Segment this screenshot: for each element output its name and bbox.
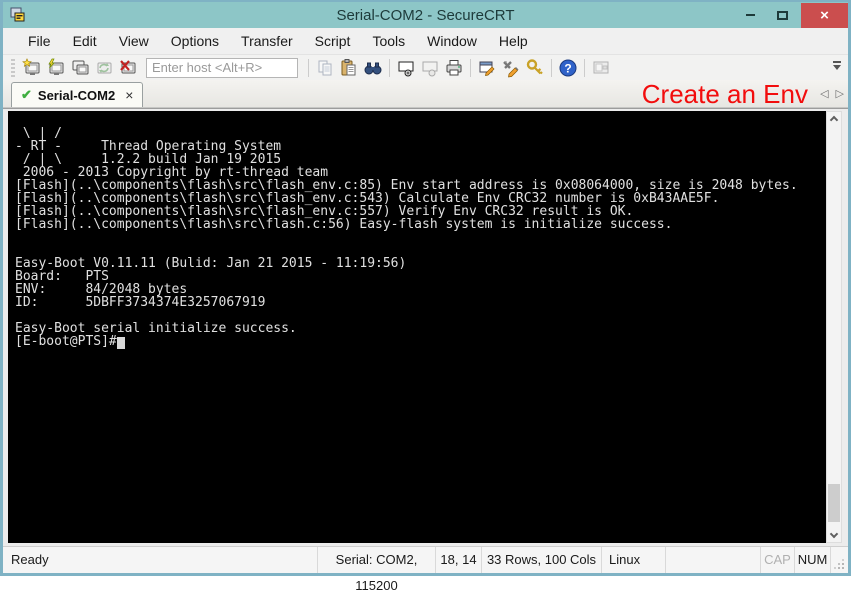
- agent-keys-icon[interactable]: [523, 56, 547, 80]
- menu-tools[interactable]: Tools: [361, 28, 416, 54]
- terminal-area: \ | / - RT - Thread Operating System / |…: [3, 108, 848, 546]
- tab-close-icon[interactable]: ×: [125, 87, 133, 103]
- titlebar: Serial-COM2 - SecureCRT ×: [3, 2, 848, 28]
- quick-connect-icon[interactable]: [44, 56, 68, 80]
- copy-icon[interactable]: [313, 56, 337, 80]
- status-num-lock: NUM: [794, 547, 830, 573]
- status-ready: Ready: [3, 547, 317, 573]
- terminal-screen[interactable]: \ | / - RT - Thread Operating System / |…: [8, 111, 826, 543]
- status-serial: Serial: COM2, 115200: [317, 547, 435, 573]
- tab-serial-com2[interactable]: ✔ Serial-COM2 ×: [11, 82, 143, 107]
- terminal-prompt: [E-boot@PTS]#: [15, 334, 117, 349]
- scrollbar-thumb[interactable]: [828, 484, 840, 522]
- vertical-scrollbar[interactable]: [826, 111, 842, 543]
- help-icon[interactable]: ?: [556, 56, 580, 80]
- raw-log-session-icon[interactable]: [418, 56, 442, 80]
- tab-scroll-right-icon[interactable]: ▷: [836, 87, 844, 100]
- menu-bar: File Edit View Options Transfer Script T…: [3, 28, 848, 54]
- reconnect-icon[interactable]: [92, 56, 116, 80]
- toolbar: ?: [3, 54, 848, 80]
- log-session-icon[interactable]: [394, 56, 418, 80]
- toolbar-separator: [584, 59, 585, 77]
- toolbar-grip[interactable]: [11, 59, 15, 77]
- close-button[interactable]: ×: [801, 3, 848, 28]
- print-icon[interactable]: [442, 56, 466, 80]
- maximize-button[interactable]: [769, 2, 795, 28]
- host-input[interactable]: [146, 58, 298, 78]
- connect-dialog-icon[interactable]: [20, 56, 44, 80]
- terminal-line: Easy-Boot serial initialize success.: [15, 322, 826, 335]
- terminal-prompt-line: [E-boot@PTS]#: [15, 335, 826, 348]
- toolbar-separator: [389, 59, 390, 77]
- terminal-line: ID: 5DBFF3734374E3257067919: [15, 296, 826, 309]
- minimize-button[interactable]: [737, 2, 763, 28]
- status-caps-lock: CAP: [760, 547, 794, 573]
- menu-view[interactable]: View: [108, 28, 160, 54]
- toolbar-separator: [551, 59, 552, 77]
- securecrt-window: Serial-COM2 - SecureCRT × File Edit View…: [0, 0, 851, 576]
- svg-text:?: ?: [564, 61, 571, 75]
- menu-transfer[interactable]: Transfer: [230, 28, 304, 54]
- resize-grip[interactable]: [830, 547, 848, 573]
- menu-script[interactable]: Script: [304, 28, 362, 54]
- status-screen-size: 33 Rows, 100 Cols: [481, 547, 601, 573]
- annotation-create-an-env: Create an Env: [642, 80, 808, 108]
- menu-window[interactable]: Window: [416, 28, 488, 54]
- toolbar-separator: [470, 59, 471, 77]
- paste-icon[interactable]: [337, 56, 361, 80]
- terminal-line: [Flash](..\components\flash\src\flash.c:…: [15, 218, 826, 231]
- terminal-cursor: [117, 337, 125, 349]
- terminal-line: [15, 114, 826, 127]
- disconnect-icon[interactable]: [116, 56, 140, 80]
- status-emulation: Linux: [601, 547, 665, 573]
- tab-scroll-left-icon[interactable]: ◁: [820, 87, 828, 100]
- global-options-icon[interactable]: [499, 56, 523, 80]
- status-cursor-position: 18, 14: [435, 547, 481, 573]
- menu-edit[interactable]: Edit: [62, 28, 108, 54]
- terminal-line: [15, 231, 826, 244]
- session-options-icon[interactable]: [475, 56, 499, 80]
- find-icon[interactable]: [361, 56, 385, 80]
- status-bar: Ready Serial: COM2, 115200 18, 14 33 Row…: [3, 546, 848, 573]
- menu-help[interactable]: Help: [488, 28, 539, 54]
- menu-file[interactable]: File: [17, 28, 62, 54]
- tab-bar: ✔ Serial-COM2 × Create an Env ◁ ▷: [3, 80, 848, 108]
- status-blank: [665, 547, 760, 573]
- tab-connected-icon: ✔: [21, 87, 32, 103]
- toolbar-overflow-button[interactable]: [830, 61, 844, 74]
- session-manager-icon[interactable]: [589, 56, 613, 80]
- toolbar-separator: [308, 59, 309, 77]
- scroll-up-icon[interactable]: [830, 116, 838, 124]
- scroll-down-icon[interactable]: [830, 530, 838, 538]
- window-title: Serial-COM2 - SecureCRT: [3, 7, 848, 24]
- menu-options[interactable]: Options: [160, 28, 230, 54]
- terminal-line: Easy-Boot V0.11.11 (Bulid: Jan 21 2015 -…: [15, 257, 826, 270]
- app-icon[interactable]: [8, 6, 26, 24]
- tab-label: Serial-COM2: [38, 88, 115, 103]
- connect-in-tab-icon[interactable]: [68, 56, 92, 80]
